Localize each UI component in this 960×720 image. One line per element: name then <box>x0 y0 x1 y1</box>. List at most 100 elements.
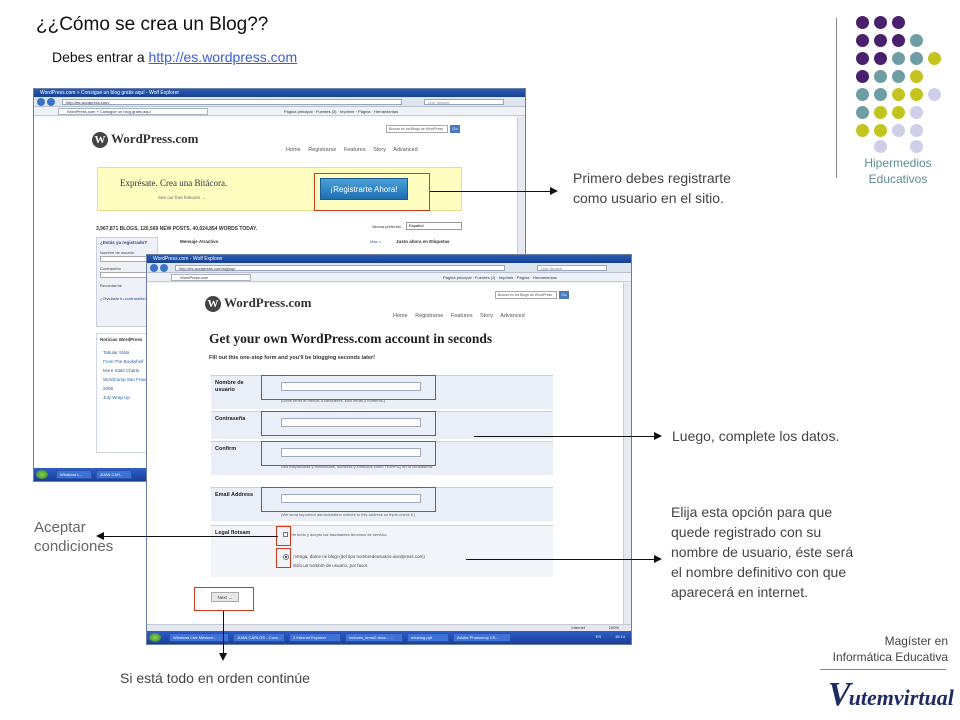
attractive-title: Mensaje Atractivo <box>180 239 219 244</box>
news-title: Noticias WordPress <box>100 337 143 342</box>
wp-search-button[interactable]: Go <box>450 125 460 133</box>
taskbar-item[interactable]: JUAN CAR... <box>96 470 132 479</box>
nav-registrarse[interactable]: Registrarse <box>415 313 443 319</box>
logo-text: utemvirtual <box>848 685 954 710</box>
tab-active[interactable]: WordPress.com » Consigue un blog gratis … <box>58 108 208 115</box>
dot <box>856 16 869 29</box>
more-link[interactable]: Más » <box>370 239 381 244</box>
option-username-text: Sólo un nombre de usuario, por favor. <box>293 563 369 568</box>
footer-program: Magíster en Informática Educativa <box>808 633 948 665</box>
utemvirtual-logo: Vutemvirtual <box>828 676 954 714</box>
taskbar-item[interactable]: lectures_tema2.docx - ... <box>345 633 403 642</box>
nav-features[interactable]: Features <box>451 313 473 319</box>
footer-line-1: Magíster en <box>884 634 948 648</box>
toolbar-home[interactable]: Página principal <box>284 109 312 114</box>
highlight-username <box>261 375 436 400</box>
arrow-register <box>430 191 550 192</box>
dot <box>856 88 869 101</box>
taskbar-item[interactable]: Adobe Photoshop CS... <box>453 633 511 642</box>
zoom-level[interactable]: 100% <box>609 625 619 630</box>
toolbar-home[interactable]: Página principal <box>443 275 471 280</box>
login-user-label: Nombre de usuario <box>100 250 135 255</box>
tab-active[interactable]: WordPress.com <box>171 274 251 281</box>
taskbar-item[interactable]: JUAN CARLOS - Conv... <box>233 633 285 642</box>
toolbar-feeds[interactable]: Fuentes (3) <box>316 109 336 114</box>
start-button[interactable] <box>149 633 161 642</box>
toolbar-print[interactable]: Imprimir <box>499 275 513 280</box>
wordpress-icon: W <box>205 296 221 312</box>
dot <box>928 88 941 101</box>
nav-advanced[interactable]: Advanced <box>500 313 524 319</box>
wp-search-button[interactable]: Go <box>559 291 569 299</box>
login-pass-label: Contraseña <box>100 266 121 271</box>
note-continue: Si está todo en orden continúe <box>120 670 310 686</box>
brand-label: Hipermedios Educativos <box>850 155 946 187</box>
wordpress-logo: W WordPress.com <box>205 295 312 312</box>
wp-search-box[interactable]: Buscar en los Blogs de WordPress <box>386 125 448 133</box>
note-accept: Aceptar condiciones <box>34 519 114 555</box>
field-help: (We send important administration notice… <box>281 512 416 517</box>
nav-registrarse[interactable]: Registrarse <box>308 147 336 153</box>
banner-link[interactable]: See our free features → <box>158 195 206 200</box>
search-input[interactable]: Live Search <box>537 265 607 271</box>
dot <box>892 34 905 47</box>
language-indicator[interactable]: ES <box>596 634 601 639</box>
scrollbar[interactable] <box>623 283 631 624</box>
toolbar-page[interactable]: Página <box>517 275 529 280</box>
window-title: WordPress.com » Consigue un blog gratis … <box>34 89 525 97</box>
toolbar-tools[interactable]: Herramientas <box>533 275 557 280</box>
field-label: Email Address <box>215 492 254 498</box>
dot <box>874 140 887 153</box>
idioma-select[interactable]: Español <box>406 222 462 230</box>
brand-divider <box>836 18 837 178</box>
login-title: ¿Estás ya registrado? <box>100 240 148 245</box>
wp-search-box[interactable]: Buscar en los Blogs de WordPress <box>495 291 557 299</box>
window-title: WordPress.com - Wolf Explorer <box>147 255 631 263</box>
taskbar-item[interactable]: Windows L... <box>56 470 92 479</box>
dot <box>910 34 923 47</box>
nav-story[interactable]: Story <box>373 147 386 153</box>
dot <box>928 52 941 65</box>
nav-home[interactable]: Home <box>393 313 408 319</box>
wordpress-link[interactable]: http://es.wordpress.com <box>149 49 298 65</box>
address-bar: http://es.wordpress.com/ Live Search <box>34 97 525 107</box>
wordpress-icon: W <box>92 132 108 148</box>
back-icon[interactable] <box>150 264 158 272</box>
taskbar-item[interactable]: edublog.ppt <box>407 633 449 642</box>
nav-advanced[interactable]: Advanced <box>393 147 417 153</box>
arrow-option <box>466 559 654 560</box>
forgot-link[interactable]: ¿Olvidaste tu contraseña? <box>100 296 147 301</box>
dot <box>910 52 923 65</box>
address-input[interactable]: http://es.wordpress.com/ <box>62 99 402 105</box>
forward-icon[interactable] <box>160 264 168 272</box>
wordpress-logo-text: WordPress.com <box>111 131 199 146</box>
tab-bar: WordPress.com » Consigue un blog gratis … <box>34 107 525 116</box>
dot <box>856 70 869 83</box>
back-icon[interactable] <box>37 98 45 106</box>
search-input[interactable]: Live Search <box>424 99 504 105</box>
tab-bar: WordPress.com Página principal · Fuentes… <box>147 273 631 282</box>
nav-story[interactable]: Story <box>480 313 493 319</box>
start-button[interactable] <box>36 470 48 479</box>
toolbar-feeds[interactable]: Fuentes (J) <box>475 275 495 280</box>
toolbar-commands: Página principal · Fuentes (J) · Imprimi… <box>443 275 557 280</box>
field-label: Confirm <box>215 446 237 452</box>
taskbar-item[interactable]: Windows Live Messen... <box>169 633 229 642</box>
arrow-complete <box>474 436 654 437</box>
field-legal: Legal flotsam He leído y acepto los fasc… <box>211 525 553 577</box>
dot <box>874 70 887 83</box>
toolbar-page[interactable]: Página <box>358 109 370 114</box>
forward-icon[interactable] <box>47 98 55 106</box>
highlight-password <box>261 411 436 436</box>
remember-label[interactable]: Recordarme <box>100 283 122 288</box>
nav-features[interactable]: Features <box>344 147 366 153</box>
address-input[interactable]: http://es.wordpress.com/signup/ <box>175 265 505 271</box>
signup-subheading: Fill out this one-step form and you'll b… <box>209 355 376 361</box>
dot <box>892 124 905 137</box>
toolbar-tools[interactable]: Herramientas <box>374 109 398 114</box>
dot <box>910 140 923 153</box>
dot <box>874 106 887 119</box>
nav-home[interactable]: Home <box>286 147 301 153</box>
taskbar-item[interactable]: 3 Internet Explorer <box>289 633 341 642</box>
toolbar-print[interactable]: Imprimir <box>340 109 354 114</box>
